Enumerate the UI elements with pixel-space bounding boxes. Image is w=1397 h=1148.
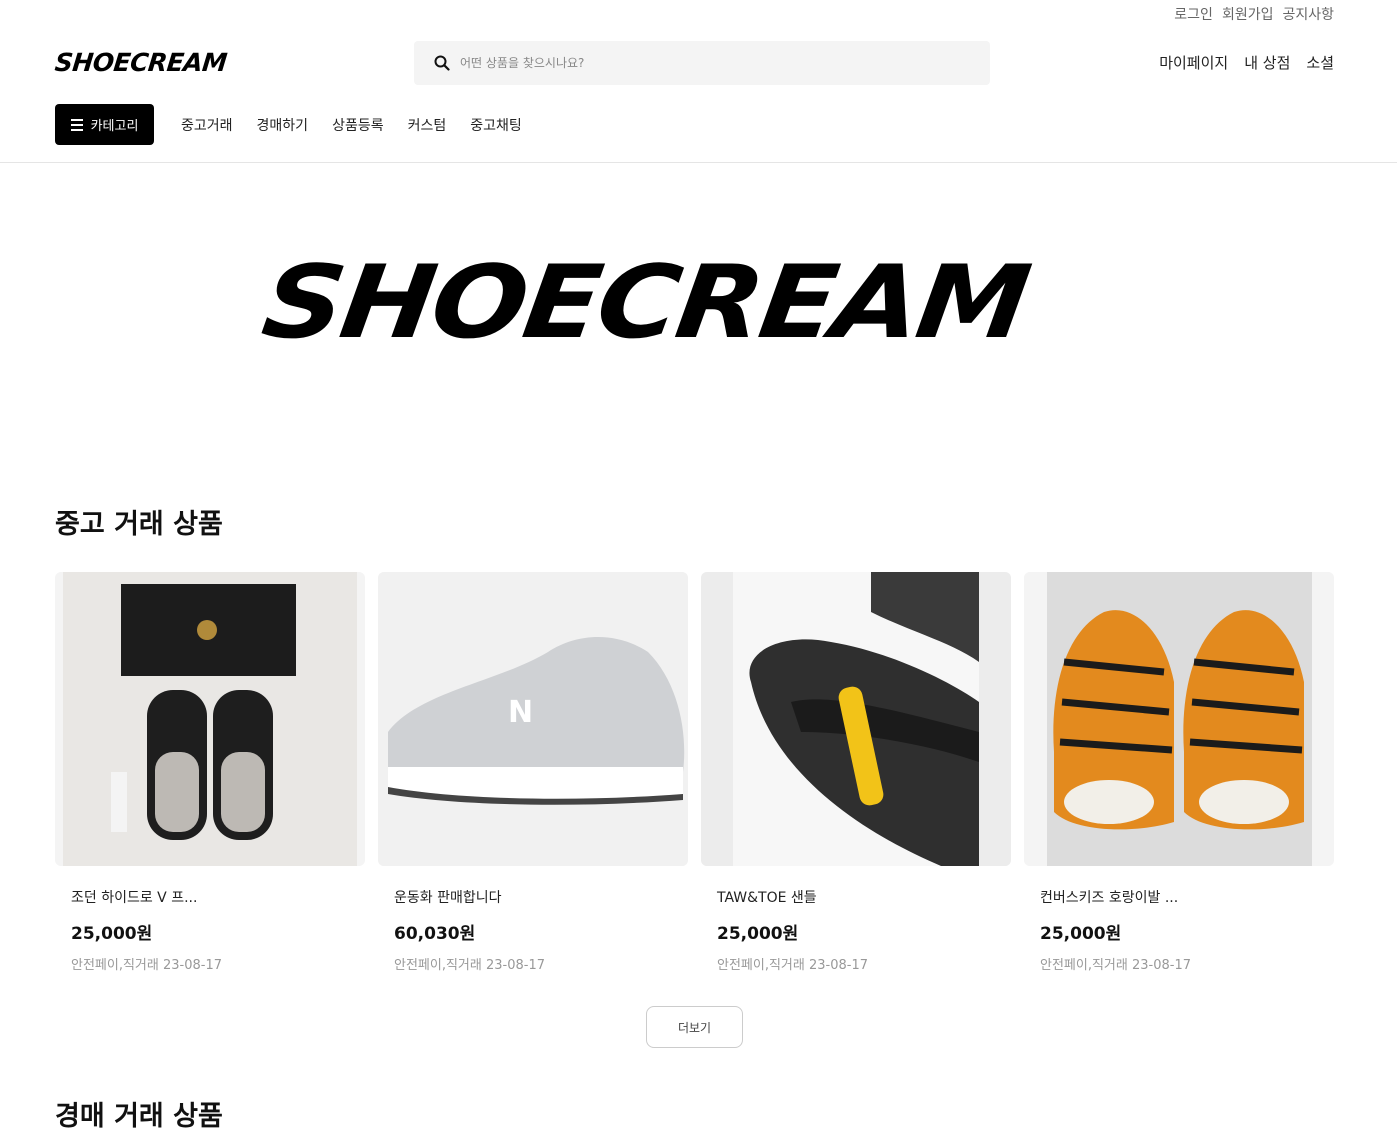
nav-item-register[interactable]: 상품등록	[332, 115, 384, 135]
notice-link[interactable]: 공지사항	[1282, 4, 1334, 24]
signup-link[interactable]: 회원가입	[1222, 4, 1274, 24]
product-image	[701, 572, 1011, 866]
user-nav: 마이페이지 내 상점 소셜	[1159, 52, 1334, 73]
product-image	[55, 572, 365, 866]
category-button-label: 카테고리	[90, 119, 139, 134]
nav-item-auction[interactable]: 경매하기	[257, 115, 309, 135]
product-title: 조던 하이드로 V 프...	[71, 890, 198, 906]
product-price: 60,030원	[394, 924, 476, 944]
product-meta: 안전페이,직거래 23-08-17	[394, 958, 545, 973]
product-card[interactable]: 컨버스키즈 호랑이발 ... 25,000원 안전페이,직거래 23-08-17	[1024, 572, 1334, 973]
site-logo[interactable]: SHOECREAM	[53, 48, 228, 77]
auction-section-title: 경매 거래 상품	[55, 1101, 223, 1132]
svg-text:N: N	[508, 695, 533, 730]
product-title: 컨버스키즈 호랑이발 ...	[1040, 890, 1179, 906]
hero-logo: SHOECREAM	[255, 244, 1035, 362]
product-card[interactable]: TAW&TOE 샌들 25,000원 안전페이,직거래 23-08-17	[701, 572, 1011, 973]
category-button[interactable]: 카테고리	[55, 104, 154, 145]
product-image: N	[378, 572, 688, 866]
header-divider	[0, 162, 1397, 163]
more-button[interactable]: 더보기	[646, 1006, 743, 1048]
product-price: 25,000원	[717, 924, 799, 944]
product-title: 운동화 판매합니다	[394, 890, 502, 906]
used-product-list: 조던 하이드로 V 프... 25,000원 안전페이,직거래 23-08-17…	[55, 572, 1334, 973]
product-price: 25,000원	[71, 924, 153, 944]
product-card[interactable]: N 운동화 판매합니다 60,030원 안전페이,직거래 23-08-17	[378, 572, 688, 973]
product-meta: 안전페이,직거래 23-08-17	[1040, 958, 1191, 973]
mypage-link[interactable]: 마이페이지	[1159, 52, 1228, 73]
login-link[interactable]: 로그인	[1174, 4, 1213, 24]
product-meta: 안전페이,직거래 23-08-17	[71, 958, 222, 973]
my-shop-link[interactable]: 내 상점	[1244, 52, 1290, 73]
utility-links: 로그인 회원가입 공지사항	[1174, 4, 1334, 24]
product-card[interactable]: 조던 하이드로 V 프... 25,000원 안전페이,직거래 23-08-17	[55, 572, 365, 973]
hero-banner: SHOECREAM	[180, 238, 1110, 368]
social-link[interactable]: 소셜	[1306, 52, 1334, 73]
used-section-title: 중고 거래 상품	[55, 509, 223, 540]
search-bar[interactable]	[414, 41, 990, 85]
nav-item-custom[interactable]: 커스텀	[408, 115, 447, 135]
product-price: 25,000원	[1040, 924, 1122, 944]
product-title: TAW&TOE 샌들	[717, 890, 817, 906]
page: 로그인 회원가입 공지사항 SHOECREAM 마이페이지 내 상점 소셜 카테…	[0, 0, 1397, 1148]
search-icon	[434, 55, 450, 71]
product-meta: 안전페이,직거래 23-08-17	[717, 958, 868, 973]
nav-item-chat[interactable]: 중고채팅	[470, 115, 522, 135]
menu-icon	[70, 118, 83, 131]
nav-item-used[interactable]: 중고거래	[181, 115, 233, 135]
main-nav: 중고거래 경매하기 상품등록 커스텀 중고채팅	[181, 115, 522, 135]
product-image	[1024, 572, 1334, 866]
search-input[interactable]	[460, 56, 940, 70]
